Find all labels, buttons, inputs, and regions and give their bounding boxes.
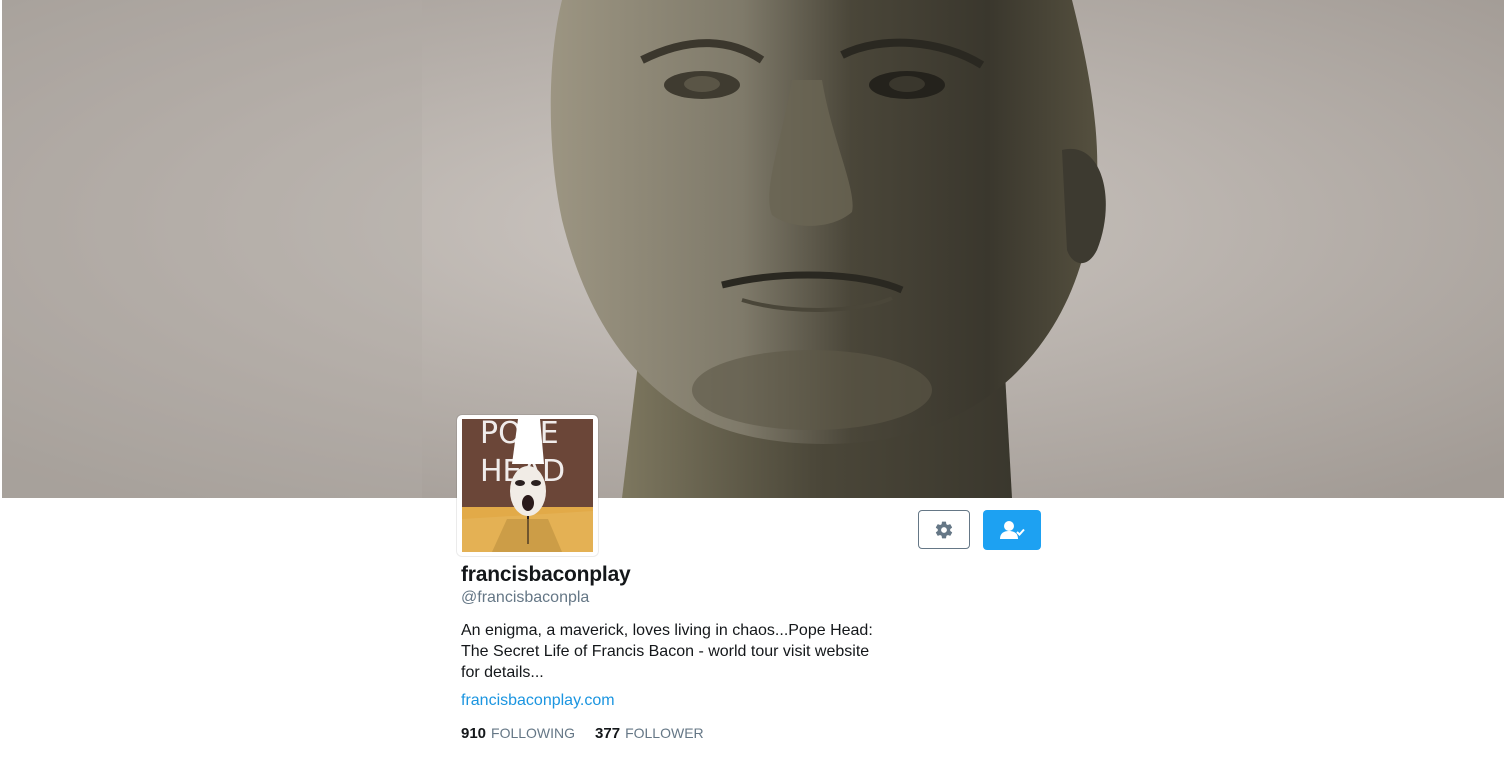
follower-stat-link[interactable]: 377 FOLLOWER (595, 725, 704, 742)
settings-button[interactable] (918, 510, 970, 549)
profile-page: POPE HEAD francisbacon (0, 0, 1504, 767)
following-stat-link[interactable]: 910 FOLLOWING (461, 725, 575, 742)
profile-website-link[interactable]: francisbaconplay.com (461, 692, 615, 710)
profile-banner-image[interactable] (2, 0, 1504, 498)
pope-head-poster: POPE HEAD (462, 419, 593, 552)
user-check-icon (1000, 521, 1025, 539)
profile-display-name[interactable]: francisbaconplay (461, 563, 631, 587)
profile-stats: 910 FOLLOWING 377 FOLLOWER (461, 725, 724, 742)
follower-label: FOLLOWER (625, 725, 704, 741)
follower-count: 377 (595, 725, 621, 742)
following-button[interactable] (983, 510, 1041, 550)
profile-handle[interactable]: @francisbaconpla (461, 589, 589, 607)
profile-bio: An enigma, a maverick, loves living in c… (461, 622, 873, 681)
profile-avatar[interactable]: POPE HEAD (457, 415, 598, 556)
avatar-image: POPE HEAD (462, 419, 593, 552)
gear-icon (935, 521, 953, 538)
following-count: 910 (461, 725, 487, 742)
following-label: FOLLOWING (491, 725, 576, 741)
bust-sculpture-photo (2, 0, 1504, 498)
